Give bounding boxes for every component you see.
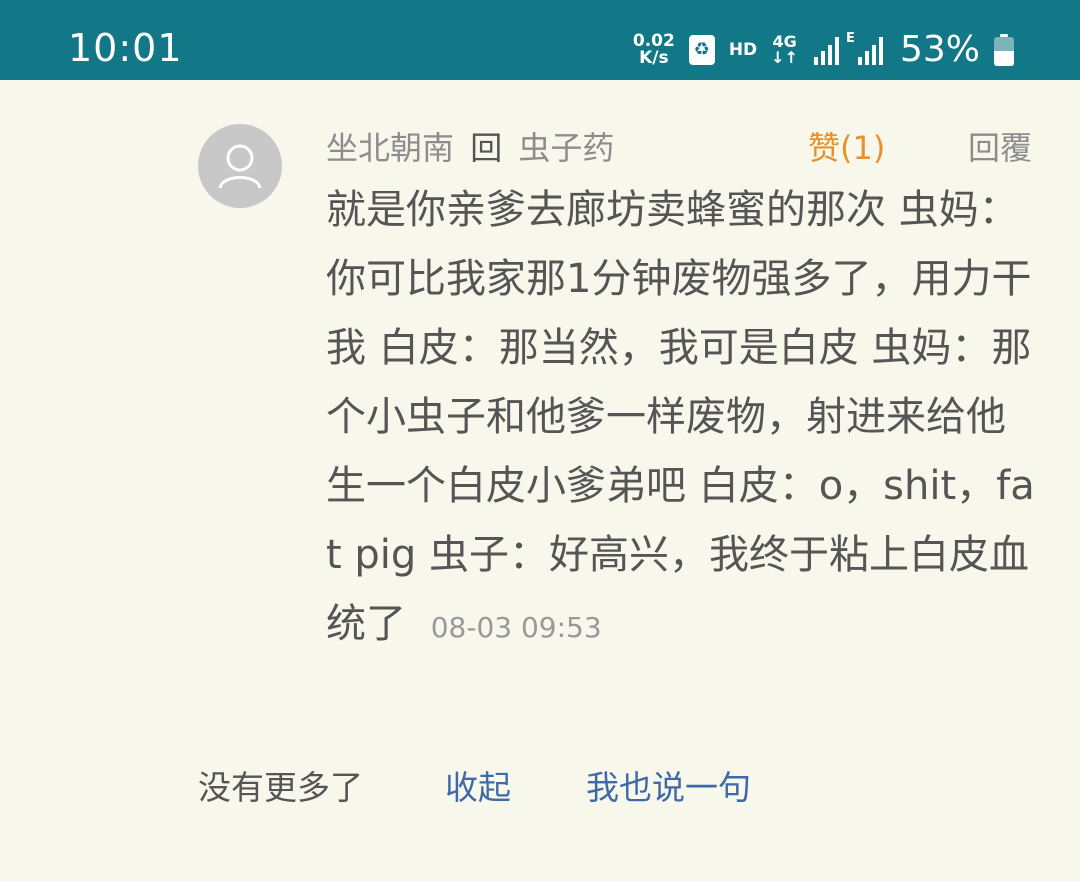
- comment-text: 就是你亲爹去廊坊卖蜂蜜的那次 虫妈：你可比我家那1分钟废物强多了，用力干我 白皮…: [326, 187, 1035, 647]
- reply-marker: 回: [470, 129, 503, 167]
- reply-to-name[interactable]: 虫子药: [518, 129, 614, 167]
- reply-button[interactable]: 回覆: [968, 128, 1032, 168]
- status-icons: 0.02 K/s ♻ HD 4G ↓↑ E 53%: [633, 28, 1014, 72]
- avatar[interactable]: [198, 124, 282, 208]
- comment-body: 就是你亲爹去廊坊卖蜂蜜的那次 虫妈：你可比我家那1分钟废物强多了，用力干我 白皮…: [326, 176, 1036, 662]
- signal-1-icon: [812, 35, 842, 65]
- like-button[interactable]: 赞(1): [808, 128, 885, 168]
- battery-percent: 53%: [899, 29, 980, 70]
- comment-timestamp: 08-03 09:53: [430, 611, 602, 644]
- hd-label: HD: [728, 40, 758, 60]
- network-speed-unit: K/s: [639, 48, 669, 68]
- recycle-icon: ♻: [688, 35, 715, 65]
- network-arrows-icon: ↓↑: [771, 48, 798, 67]
- no-more-label: 没有更多了: [198, 768, 363, 807]
- user-silhouette-icon: [218, 144, 262, 189]
- battery-icon: [994, 34, 1014, 66]
- collapse-button[interactable]: 收起: [445, 764, 511, 812]
- network-speed: 0.02 K/s: [633, 33, 675, 67]
- signal-2-icon: E: [846, 31, 886, 65]
- add-comment-button[interactable]: 我也说一句: [586, 764, 751, 812]
- author-name[interactable]: 坐北朝南: [326, 129, 454, 167]
- signal-2-label: E: [845, 31, 855, 46]
- comment-header: 坐北朝南 回 虫子药: [326, 128, 614, 168]
- network-type: 4G ↓↑: [771, 34, 798, 66]
- status-time: 10:01: [68, 26, 183, 70]
- status-bar: 10:01 0.02 K/s ♻ HD 4G ↓↑ E 53%: [0, 0, 1080, 80]
